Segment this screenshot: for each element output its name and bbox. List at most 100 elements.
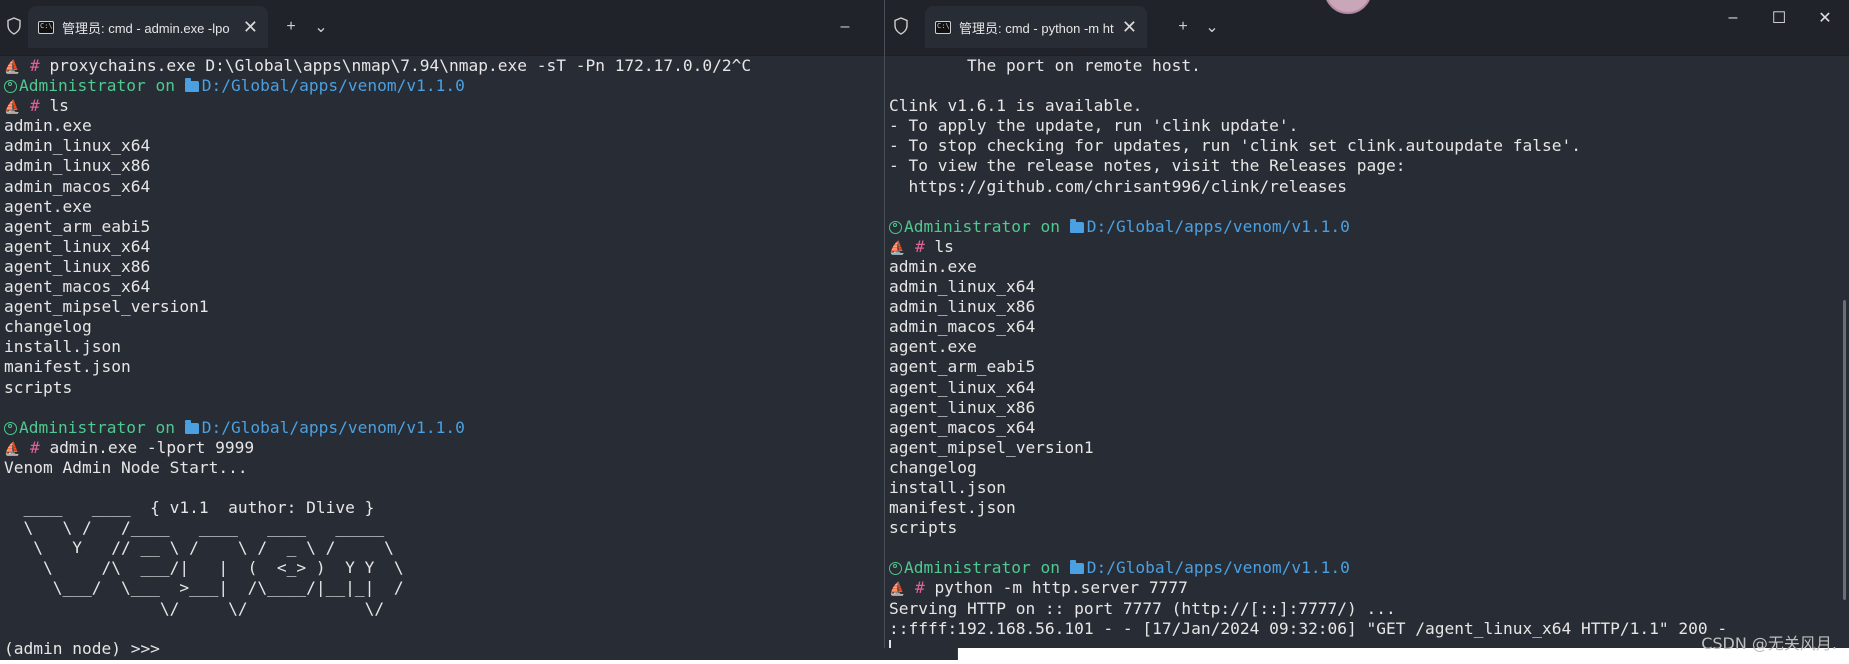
new-tab-button[interactable]: + [278,14,304,40]
output-line: agent_arm_eabi5 [4,217,953,237]
output-text: ::ffff:192.168.56.101 - - [17/Jan/2024 0… [889,618,1728,638]
tab-python[interactable]: 管理员: cmd - python -m http ✕ [925,6,1147,48]
output-text: install.json [889,477,1006,497]
close-window-button[interactable]: ✕ [1805,6,1845,30]
output-text: (admin node) >>> [4,638,160,658]
output-text: agent.exe [4,196,92,216]
terminal-window-python[interactable]: 管理员: cmd - python -m http ✕ + ⌄ – ☐ ✕ Th… [884,0,1849,648]
command-text: proxychains.exe D:\Global\apps\nmap\7.94… [49,56,752,75]
output-text: manifest.json [4,357,131,377]
output-line: agent_linux_x86 [4,257,953,277]
output-text: manifest.json [889,498,1016,518]
prompt-on: on [1040,216,1060,236]
terminal-window-admin[interactable]: 管理员: cmd - admin.exe -lpo ✕ + ⌄ – ⛵ # pr… [0,0,958,660]
cmd-icon [935,20,951,34]
folder-icon [184,78,199,93]
admin-user-icon [889,562,902,576]
output-line: admin_linux_x86 [889,297,1845,317]
output-line: \ /\ ___/| | ( <_> ) Y Y \ [4,558,953,578]
output-text: admin_linux_x86 [4,156,151,176]
prompt-on: on [1040,558,1060,578]
output-line: admin.exe [4,116,953,136]
prompt-hash: # [29,96,40,116]
prompt-user: Administrator [19,417,146,437]
output-text: \/ \/ \/ [4,598,385,618]
output-line: manifest.json [889,498,1845,518]
output-text: https://github.com/chrisant996/clink/rel… [889,176,1348,196]
command-line: ⛵ # admin.exe -lport 9999 [4,438,953,458]
prompt-line: Administrator on D:/Global/apps/venom/v1… [889,558,1845,578]
output-line: - To stop checking for updates, run 'cli… [889,136,1845,156]
new-tab-button[interactable]: + [1170,14,1196,40]
output-line: ____ ____ { v1.1 author: Dlive } [4,498,953,518]
scrollbar[interactable] [1843,300,1846,600]
prompt-user: Administrator [904,558,1031,578]
output-line: admin_linux_x64 [889,277,1845,297]
shield-icon [6,17,24,37]
command-line: ⛵ # python -m http.server 7777 [889,578,1845,598]
tab-bar: 管理员: cmd - admin.exe -lpo ✕ + ⌄ – [0,0,957,56]
output-line: agent_mipsel_version1 [4,297,953,317]
output-text: - To view the release notes, visit the R… [889,156,1406,176]
admin-user-icon [889,220,902,234]
output-line: agent_arm_eabi5 [889,357,1845,377]
shell-icon: ⛵ [889,240,906,256]
terminal-output[interactable]: ⛵ # proxychains.exe D:\Global\apps\nmap\… [4,56,953,660]
prompt-hash: # [29,437,40,457]
output-text: - To apply the update, run 'clink update… [889,116,1299,136]
output-text: \___/ \___ >___| /\____/|__|_| / [4,578,404,598]
output-line: scripts [4,378,953,398]
terminal-output[interactable]: The port on remote host. Clink v1.6.1 is … [889,56,1845,648]
admin-user-icon [4,80,17,94]
prompt-path: D:/Global/apps/venom/v1.1.0 [201,417,465,437]
output-text: admin_linux_x86 [889,297,1036,317]
output-text: agent_arm_eabi5 [889,357,1036,377]
watermark: CSDN @无关风月. [1701,634,1837,653]
minimize-button[interactable]: – [1713,6,1753,30]
prompt-line: Administrator on D:/Global/apps/venom/v1… [4,76,953,96]
output-line: install.json [889,478,1845,498]
output-line: - To view the release notes, visit the R… [889,156,1845,176]
output-text: scripts [889,518,958,538]
prompt-on: on [155,417,175,437]
minimize-button[interactable]: – [832,14,858,40]
tab-dropdown-button[interactable]: ⌄ [308,14,334,40]
command-line: ⛵ # ls [4,96,953,116]
output-text: agent_linux_x86 [889,397,1036,417]
output-text: agent_macos_x64 [4,277,151,297]
output-text: changelog [4,317,92,337]
prompt-path: D:/Global/apps/venom/v1.1.0 [201,76,465,96]
tab-title: 管理员: cmd - admin.exe -lpo [62,20,230,36]
maximize-button[interactable]: ☐ [1759,6,1799,30]
tab-admin[interactable]: 管理员: cmd - admin.exe -lpo ✕ [28,6,268,48]
tab-close-button[interactable]: ✕ [243,17,258,38]
output-text: agent_mipsel_version1 [889,437,1094,457]
shell-icon: ⛵ [889,582,906,598]
tab-dropdown-button[interactable]: ⌄ [1199,14,1225,40]
output-line: \ Y // __ \ / \ / _ \ / \ [4,538,953,558]
output-line: - To apply the update, run 'clink update… [889,116,1845,136]
output-text: changelog [889,457,977,477]
shell-icon: ⛵ [4,441,21,457]
command-line: ⛵ # ls [889,237,1845,257]
output-text: agent.exe [889,337,977,357]
shell-icon: ⛵ [4,100,21,116]
command-line: ⛵ # proxychains.exe D:\Global\apps\nmap\… [4,56,953,76]
output-line: admin_linux_x64 [4,136,953,156]
output-line: changelog [4,317,953,337]
tab-bar: 管理员: cmd - python -m http ✕ + ⌄ – ☐ ✕ [885,0,1849,56]
output-line: agent_linux_x86 [889,398,1845,418]
text-cursor[interactable] [889,640,891,648]
output-line: admin_linux_x86 [4,156,953,176]
output-line: \ \ / /____ ____ ____ _____ [4,518,953,538]
output-text: \ Y // __ \ / \ / _ \ / \ [4,538,394,558]
cmd-icon [38,20,54,34]
tab-close-button[interactable]: ✕ [1122,17,1137,38]
output-text: agent_linux_x64 [4,236,151,256]
output-line: install.json [4,337,953,357]
